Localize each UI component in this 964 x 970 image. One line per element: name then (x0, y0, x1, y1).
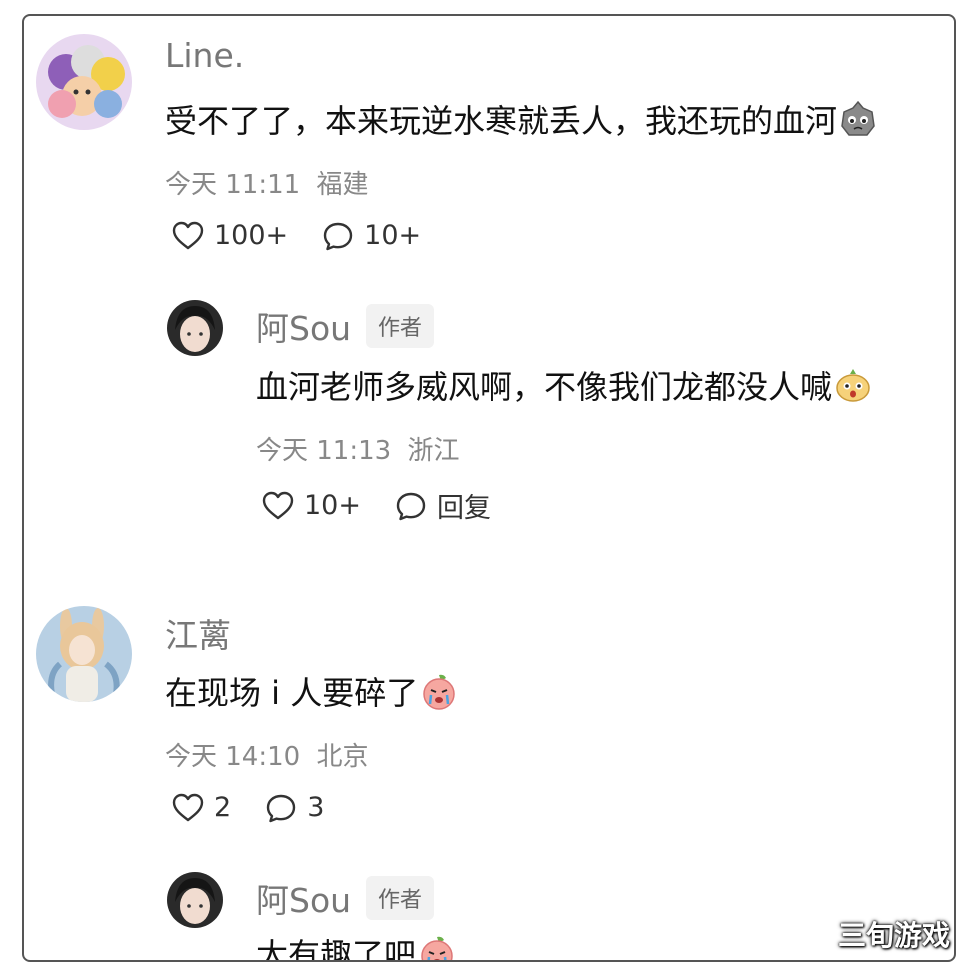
avatar[interactable] (36, 34, 132, 130)
comment-text: 在现场 i 人要碎了 (165, 668, 458, 718)
crying-peach-emoji-icon (418, 934, 456, 960)
comment-username[interactable]: 阿Sou (256, 302, 351, 350)
comment-text-content: 血河老师多威风啊，不像我们龙都没人喊 (256, 368, 833, 406)
like-button[interactable]: 10+ (262, 490, 361, 521)
like-count: 100+ (214, 220, 289, 251)
like-count: 10+ (304, 490, 361, 521)
comment-time: 今天 11:11 (165, 170, 301, 200)
comment-time: 今天 14:10 (165, 742, 301, 772)
reply-button[interactable]: 回复 (395, 486, 491, 525)
comment-meta: 今天 11:11 福建 (165, 164, 368, 201)
heart-icon (172, 221, 204, 251)
author-badge: 作者 (366, 304, 435, 348)
comment-text-content: 太有趣了吧 (256, 936, 417, 962)
reply-count: 3 (307, 792, 325, 823)
comment-actions: 100+ 10+ (172, 220, 421, 251)
like-button[interactable]: 100+ (172, 220, 288, 251)
comment-thread: Line. 受不了了，本来玩逆水寒就丢人，我还玩的血河 今天 11:11 福建 … (22, 14, 956, 962)
speech-bubble-icon (395, 491, 427, 521)
watermark: 三旬游戏 (837, 919, 950, 952)
heart-icon (172, 793, 204, 823)
comment-text: 太有趣了吧 (256, 930, 456, 962)
shocked-bun-emoji-icon (834, 366, 872, 412)
comment-location: 浙江 (407, 436, 460, 466)
reply-count: 10+ (364, 220, 422, 251)
reply-label: 回复 (436, 493, 491, 524)
comment-location: 福建 (316, 170, 369, 200)
comment-actions: 2 3 (172, 792, 324, 823)
speech-bubble-icon (322, 221, 354, 251)
avatar[interactable] (36, 606, 132, 702)
comment-username[interactable]: Line. (165, 36, 244, 75)
reply-button[interactable]: 3 (265, 792, 324, 823)
like-button[interactable]: 2 (172, 792, 231, 823)
avatar[interactable] (167, 872, 223, 928)
comment-meta: 今天 11:13 浙江 (256, 430, 459, 467)
comment-text: 受不了了，本来玩逆水寒就丢人，我还玩的血河 (165, 96, 877, 146)
crying-rock-emoji-icon (839, 100, 877, 146)
heart-icon (262, 491, 294, 521)
comment-username[interactable]: 阿Sou (256, 874, 351, 922)
avatar[interactable] (167, 300, 223, 356)
speech-bubble-icon (265, 793, 297, 823)
comment-text-content: 在现场 i 人要碎了 (165, 674, 419, 712)
comment-actions: 10+ 回复 (262, 486, 491, 525)
comment-username[interactable]: 江蓠 (165, 609, 231, 657)
crying-peach-emoji-icon (420, 672, 458, 718)
comment-time: 今天 11:13 (256, 436, 392, 466)
reply-button[interactable]: 10+ (322, 220, 421, 251)
comment-meta: 今天 14:10 北京 (165, 736, 368, 773)
comment-text-content: 受不了了，本来玩逆水寒就丢人，我还玩的血河 (165, 102, 838, 140)
author-badge: 作者 (366, 876, 435, 920)
comment-text: 血河老师多威风啊，不像我们龙都没人喊 (256, 362, 872, 412)
like-count: 2 (214, 792, 232, 823)
comment-location: 北京 (316, 742, 369, 772)
